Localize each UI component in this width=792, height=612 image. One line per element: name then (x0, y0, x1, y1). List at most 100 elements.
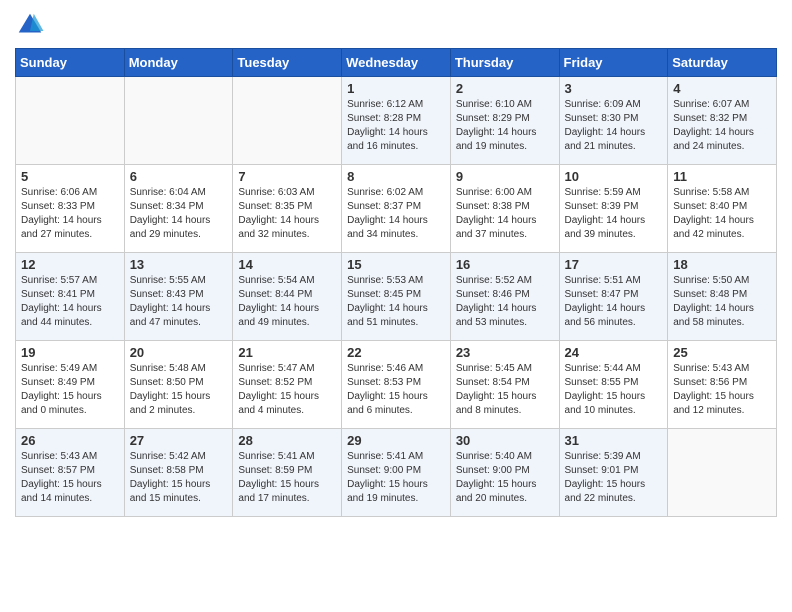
day-number: 3 (565, 81, 663, 96)
calendar-cell (16, 77, 125, 165)
calendar-cell: 14 Sunrise: 5:54 AM Sunset: 8:44 PM Dayli… (233, 253, 342, 341)
calendar-cell: 25 Sunrise: 5:43 AM Sunset: 8:56 PM Dayli… (668, 341, 777, 429)
day-number: 21 (238, 345, 336, 360)
day-info: Sunrise: 6:07 AM Sunset: 8:32 PM Dayligh… (673, 98, 771, 154)
calendar-week-row: 26 Sunrise: 5:43 AM Sunset: 8:57 PM Dayli… (16, 429, 777, 517)
day-info: Sunrise: 5:41 AM Sunset: 9:00 PM Dayligh… (347, 450, 445, 506)
day-info: Sunrise: 5:48 AM Sunset: 8:50 PM Dayligh… (130, 362, 228, 418)
day-number: 14 (238, 257, 336, 272)
calendar-cell: 28 Sunrise: 5:41 AM Sunset: 8:59 PM Dayli… (233, 429, 342, 517)
day-info: Sunrise: 6:02 AM Sunset: 8:37 PM Dayligh… (347, 186, 445, 242)
day-info: Sunrise: 5:54 AM Sunset: 8:44 PM Dayligh… (238, 274, 336, 330)
calendar-cell: 17 Sunrise: 5:51 AM Sunset: 8:47 PM Dayli… (559, 253, 668, 341)
day-info: Sunrise: 6:12 AM Sunset: 8:28 PM Dayligh… (347, 98, 445, 154)
logo-icon (15, 10, 45, 40)
day-number: 31 (565, 433, 663, 448)
day-info: Sunrise: 6:00 AM Sunset: 8:38 PM Dayligh… (456, 186, 554, 242)
day-info: Sunrise: 6:06 AM Sunset: 8:33 PM Dayligh… (21, 186, 119, 242)
calendar-cell (668, 429, 777, 517)
day-info: Sunrise: 5:43 AM Sunset: 8:56 PM Dayligh… (673, 362, 771, 418)
day-number: 4 (673, 81, 771, 96)
day-number: 1 (347, 81, 445, 96)
day-number: 11 (673, 169, 771, 184)
calendar-cell: 13Sunrise: 5:55 AM Sunset: 8:43 PM Dayli… (124, 253, 233, 341)
day-info: Sunrise: 5:53 AM Sunset: 8:45 PM Dayligh… (347, 274, 445, 330)
day-info: Sunrise: 5:51 AM Sunset: 8:47 PM Dayligh… (565, 274, 663, 330)
day-number: 26 (21, 433, 119, 448)
calendar-cell: 15 Sunrise: 5:53 AM Sunset: 8:45 PM Dayli… (342, 253, 451, 341)
page-header (15, 10, 777, 40)
calendar-cell: 16 Sunrise: 5:52 AM Sunset: 8:46 PM Dayli… (450, 253, 559, 341)
day-info: Sunrise: 5:41 AM Sunset: 8:59 PM Dayligh… (238, 450, 336, 506)
calendar-cell: 8 Sunrise: 6:02 AM Sunset: 8:37 PM Daylig… (342, 165, 451, 253)
day-number: 17 (565, 257, 663, 272)
day-info: Sunrise: 6:04 AM Sunset: 8:34 PM Dayligh… (130, 186, 228, 242)
day-info: Sunrise: 6:10 AM Sunset: 8:29 PM Dayligh… (456, 98, 554, 154)
day-info: Sunrise: 5:39 AM Sunset: 9:01 PM Dayligh… (565, 450, 663, 506)
day-info: Sunrise: 6:09 AM Sunset: 8:30 PM Dayligh… (565, 98, 663, 154)
calendar-cell: 23 Sunrise: 5:45 AM Sunset: 8:54 PM Dayli… (450, 341, 559, 429)
calendar-cell: 4 Sunrise: 6:07 AM Sunset: 8:32 PM Daylig… (668, 77, 777, 165)
day-number: 7 (238, 169, 336, 184)
day-info: Sunrise: 5:42 AM Sunset: 8:58 PM Dayligh… (130, 450, 228, 506)
day-number: 6 (130, 169, 228, 184)
calendar-table: SundayMondayTuesdayWednesdayThursdayFrid… (15, 48, 777, 517)
calendar-cell: 30 Sunrise: 5:40 AM Sunset: 9:00 PM Dayli… (450, 429, 559, 517)
col-header-friday: Friday (559, 49, 668, 77)
day-number: 28 (238, 433, 336, 448)
calendar-week-row: 12 Sunrise: 5:57 AM Sunset: 8:41 PM Dayli… (16, 253, 777, 341)
calendar-cell: 1 Sunrise: 6:12 AM Sunset: 8:28 PM Daylig… (342, 77, 451, 165)
calendar-cell: 19 Sunrise: 5:49 AM Sunset: 8:49 PM Dayli… (16, 341, 125, 429)
day-number: 18 (673, 257, 771, 272)
day-number: 29 (347, 433, 445, 448)
day-number: 23 (456, 345, 554, 360)
day-number: 25 (673, 345, 771, 360)
day-number: 27 (130, 433, 228, 448)
day-info: Sunrise: 6:03 AM Sunset: 8:35 PM Dayligh… (238, 186, 336, 242)
col-header-sunday: Sunday (16, 49, 125, 77)
day-info: Sunrise: 5:52 AM Sunset: 8:46 PM Dayligh… (456, 274, 554, 330)
col-header-thursday: Thursday (450, 49, 559, 77)
day-info: Sunrise: 5:59 AM Sunset: 8:39 PM Dayligh… (565, 186, 663, 242)
day-number: 22 (347, 345, 445, 360)
calendar-cell: 22Sunrise: 5:46 AM Sunset: 8:53 PM Dayli… (342, 341, 451, 429)
day-number: 15 (347, 257, 445, 272)
day-info: Sunrise: 5:55 AM Sunset: 8:43 PM Dayligh… (130, 274, 228, 330)
calendar-cell: 26 Sunrise: 5:43 AM Sunset: 8:57 PM Dayli… (16, 429, 125, 517)
day-number: 24 (565, 345, 663, 360)
day-number: 20 (130, 345, 228, 360)
calendar-week-row: 5Sunrise: 6:06 AM Sunset: 8:33 PM Daylig… (16, 165, 777, 253)
day-number: 30 (456, 433, 554, 448)
day-info: Sunrise: 5:43 AM Sunset: 8:57 PM Dayligh… (21, 450, 119, 506)
calendar-cell: 11Sunrise: 5:58 AM Sunset: 8:40 PM Dayli… (668, 165, 777, 253)
calendar-cell: 18Sunrise: 5:50 AM Sunset: 8:48 PM Dayli… (668, 253, 777, 341)
day-info: Sunrise: 5:57 AM Sunset: 8:41 PM Dayligh… (21, 274, 119, 330)
day-info: Sunrise: 5:45 AM Sunset: 8:54 PM Dayligh… (456, 362, 554, 418)
day-number: 12 (21, 257, 119, 272)
calendar-cell (124, 77, 233, 165)
day-number: 16 (456, 257, 554, 272)
calendar-cell: 6 Sunrise: 6:04 AM Sunset: 8:34 PM Daylig… (124, 165, 233, 253)
day-number: 8 (347, 169, 445, 184)
calendar-cell: 2 Sunrise: 6:10 AM Sunset: 8:29 PM Daylig… (450, 77, 559, 165)
calendar-cell: 29 Sunrise: 5:41 AM Sunset: 9:00 PM Dayli… (342, 429, 451, 517)
day-number: 19 (21, 345, 119, 360)
day-number: 2 (456, 81, 554, 96)
calendar-cell: 24 Sunrise: 5:44 AM Sunset: 8:55 PM Dayli… (559, 341, 668, 429)
logo (15, 10, 49, 40)
day-info: Sunrise: 5:44 AM Sunset: 8:55 PM Dayligh… (565, 362, 663, 418)
day-number: 9 (456, 169, 554, 184)
calendar-cell: 21Sunrise: 5:47 AM Sunset: 8:52 PM Dayli… (233, 341, 342, 429)
calendar-cell: 20 Sunrise: 5:48 AM Sunset: 8:50 PM Dayli… (124, 341, 233, 429)
col-header-monday: Monday (124, 49, 233, 77)
calendar-cell: 12 Sunrise: 5:57 AM Sunset: 8:41 PM Dayli… (16, 253, 125, 341)
day-info: Sunrise: 5:49 AM Sunset: 8:49 PM Dayligh… (21, 362, 119, 418)
calendar-cell: 27 Sunrise: 5:42 AM Sunset: 8:58 PM Dayli… (124, 429, 233, 517)
day-info: Sunrise: 5:40 AM Sunset: 9:00 PM Dayligh… (456, 450, 554, 506)
calendar-cell: 3 Sunrise: 6:09 AM Sunset: 8:30 PM Daylig… (559, 77, 668, 165)
calendar-cell: 9 Sunrise: 6:00 AM Sunset: 8:38 PM Daylig… (450, 165, 559, 253)
calendar-week-row: 1 Sunrise: 6:12 AM Sunset: 8:28 PM Daylig… (16, 77, 777, 165)
calendar-week-row: 19 Sunrise: 5:49 AM Sunset: 8:49 PM Dayli… (16, 341, 777, 429)
calendar-cell: 10Sunrise: 5:59 AM Sunset: 8:39 PM Dayli… (559, 165, 668, 253)
calendar-cell: 31 Sunrise: 5:39 AM Sunset: 9:01 PM Dayli… (559, 429, 668, 517)
